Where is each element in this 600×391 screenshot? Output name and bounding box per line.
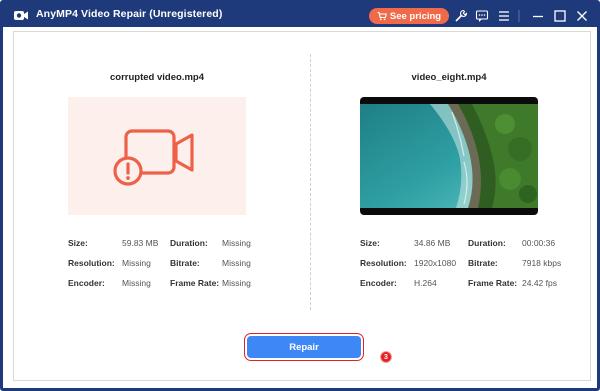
camera-logo-icon (13, 7, 29, 23)
encoder-value: H.264 (414, 278, 437, 288)
bitrate-label: Bitrate: (170, 258, 200, 268)
size-label: Size: (68, 238, 88, 248)
frame-rate-label: Frame Rate: (170, 278, 220, 288)
size-value: 59.83 MB (122, 238, 159, 248)
sample-video-thumbnail (360, 97, 538, 215)
step-number-badge: 3 (380, 351, 392, 363)
see-pricing-label: See pricing (389, 10, 442, 22)
titlebar-separator (517, 9, 521, 23)
bitrate-value: 7918 kbps (522, 258, 562, 268)
encoder-label: Encoder: (360, 278, 397, 288)
title-bar: AnyMP4 Video Repair (Unregistered) See p… (3, 3, 597, 27)
frame-rate-value: Missing (222, 278, 251, 288)
frame-rate-value: 24.42 fps (522, 278, 557, 288)
see-pricing-button[interactable]: See pricing (369, 8, 449, 24)
broken-video-camera-icon (113, 129, 194, 186)
sample-file-name: video_eight.mp4 (411, 72, 487, 83)
wrench-icon[interactable] (454, 9, 468, 23)
window-title: AnyMP4 Video Repair (Unregistered) (36, 8, 223, 20)
chat-icon[interactable] (475, 9, 489, 23)
corrupted-file-name: corrupted video.mp4 (110, 72, 204, 83)
duration-label: Duration: (468, 238, 506, 248)
duration-value: Missing (222, 238, 251, 248)
minimize-icon[interactable] (531, 9, 545, 23)
maximize-icon[interactable] (553, 9, 567, 23)
resolution-label: Resolution: (68, 258, 115, 268)
app-window: AnyMP4 Video Repair (Unregistered) See p… (0, 0, 600, 391)
encoder-label: Encoder: (68, 278, 105, 288)
repair-button[interactable]: Repair (247, 336, 361, 358)
duration-value: 00:00:36 (522, 238, 556, 248)
coastline-preview-image (360, 104, 538, 208)
resolution-value: Missing (122, 258, 151, 268)
bitrate-value: Missing (222, 258, 251, 268)
frame-rate-label: Frame Rate: (468, 278, 518, 288)
duration-label: Duration: (170, 238, 208, 248)
size-label: Size: (360, 238, 380, 248)
menu-icon[interactable] (497, 9, 511, 23)
close-icon[interactable] (575, 9, 589, 23)
bitrate-label: Bitrate: (468, 258, 498, 268)
size-value: 34.86 MB (414, 238, 451, 248)
corrupted-video-thumbnail (68, 97, 246, 215)
panel-divider (310, 54, 311, 310)
encoder-value: Missing (122, 278, 151, 288)
resolution-value: 1920x1080 (414, 258, 457, 268)
main-content: corrupted video.mp4 Size: 59.83 MB Durat… (13, 31, 591, 381)
resolution-label: Resolution: (360, 258, 407, 268)
cart-icon (377, 11, 387, 21)
